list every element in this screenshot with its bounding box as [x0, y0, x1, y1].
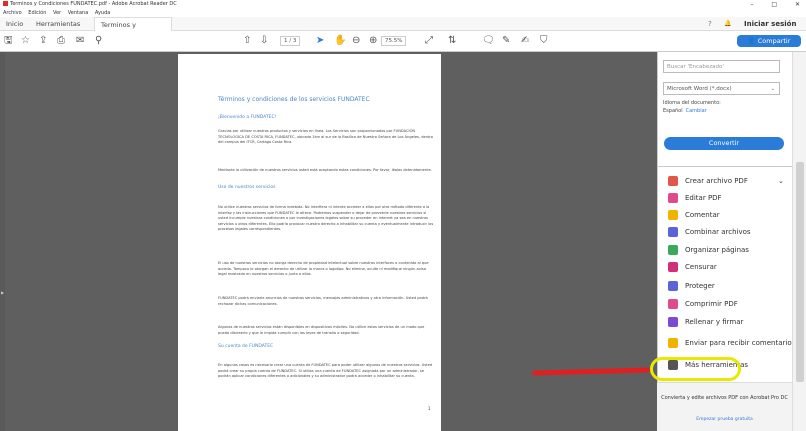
paragraph-2: Mediante la utilización de nuestros serv…	[218, 168, 432, 172]
zoom-in-icon[interactable]: ⊕	[369, 34, 377, 48]
send-comments-icon	[668, 338, 678, 348]
signin-link[interactable]: Iniciar sesión	[744, 17, 796, 31]
redact-icon	[668, 262, 678, 272]
acrobat-app-icon	[3, 1, 8, 6]
tool-item-label: Organizar páginas	[685, 246, 749, 254]
share-label: Compartir	[757, 37, 791, 45]
format-select[interactable]: Microsoft Word (*.docx) ⌄	[663, 82, 780, 95]
zoom-out-icon[interactable]: ⊖	[352, 34, 360, 48]
menu-ver[interactable]: Ver	[53, 10, 61, 16]
format-select-value: Microsoft Word (*.docx)	[667, 86, 732, 92]
language-label: Idioma del documento:	[663, 100, 721, 106]
tool-item-label: Comprimir PDF	[685, 300, 738, 308]
create-pdf-icon	[668, 176, 678, 186]
yellow-highlight-circle	[650, 357, 741, 381]
page-up-icon[interactable]: ⇧	[243, 34, 251, 48]
stamp-icon[interactable]: ⛉	[540, 34, 548, 48]
promo-text: Convierta y edite archivos PDF con Acrob…	[661, 395, 788, 401]
sign-icon[interactable]: ✍	[521, 34, 529, 48]
tool-item-label: Crear archivo PDF	[685, 177, 748, 185]
page-current[interactable]: 1	[284, 38, 288, 44]
compress-icon	[668, 299, 678, 309]
paragraph-4: El uso de nuestros servicios no otorga d…	[218, 261, 429, 276]
bookmark-star-icon[interactable]: ☆	[21, 34, 30, 48]
maximize-button[interactable]: □	[771, 1, 777, 8]
comment-toolbar-icon[interactable]: 🗨	[482, 34, 495, 48]
highlight-pen-icon[interactable]: ✎	[502, 34, 510, 48]
tool-item-label: Proteger	[685, 282, 715, 290]
select-cursor-icon[interactable]: ➤	[316, 34, 324, 48]
chevron-down-icon: ⌄	[770, 86, 775, 92]
window-controls: – □ ✕	[734, 0, 800, 9]
window-title: Terminos y Condiciones FUNDATEC.pdf - Ad…	[10, 1, 177, 7]
combine-icon	[668, 227, 678, 237]
page-total: / 3	[289, 38, 297, 44]
left-panel-handle[interactable]: ▶	[0, 52, 5, 431]
save-icon[interactable]: 🖫	[4, 34, 13, 48]
document-title: Términos y condiciones de los servicios …	[218, 96, 370, 103]
tool-item-label: Rellenar y firmar	[685, 318, 744, 326]
edit-pdf-icon	[668, 193, 678, 203]
paragraph-3: No utilice nuestros servicios de forma i…	[218, 205, 434, 231]
scroll-mode-icon[interactable]: ⇅	[448, 34, 456, 48]
bell-icon[interactable]: 🔔	[724, 17, 731, 31]
menu-bar: Archivo Edición Ver Ventana Ayuda	[0, 9, 806, 17]
close-window-button[interactable]: ✕	[795, 1, 800, 8]
tab-inicio[interactable]: Inicio	[0, 17, 29, 31]
panel-scrollbar[interactable]	[792, 52, 806, 431]
fill-sign-icon	[668, 317, 678, 327]
convert-button[interactable]: Convertir	[664, 137, 784, 150]
tab-herramientas[interactable]: Herramientas	[30, 17, 86, 31]
tool-item-label: Enviar para recibir comentarios	[685, 339, 796, 347]
paragraph-1: Gracias por utilizar nuestros productos …	[218, 129, 433, 144]
upload-cloud-icon[interactable]: ⇪	[39, 34, 47, 48]
share-button[interactable]: 👤 Compartir	[737, 35, 801, 47]
uso-heading: Uso de nuestros servicios	[218, 185, 276, 190]
email-icon[interactable]: ✉	[76, 34, 84, 48]
page-indicator[interactable]: 1 / 3	[280, 36, 301, 46]
print-icon[interactable]: ⎙	[57, 34, 65, 48]
paragraph-5: FUNDATEC podrá enviarle anuncios de nues…	[218, 296, 428, 306]
chevron-down-icon[interactable]: ⌄	[778, 175, 784, 187]
language-value-row: Español Cambiar	[663, 108, 707, 114]
menu-edicion[interactable]: Edición	[28, 10, 46, 16]
hand-tool-icon[interactable]: ✋	[334, 34, 346, 48]
page-number: 1	[428, 406, 431, 411]
page-down-icon[interactable]: ⇩	[260, 34, 268, 48]
promo-box: Convierta y edite archivos PDF con Acrob…	[657, 382, 792, 431]
help-icon[interactable]: ?	[708, 17, 712, 31]
free-trial-link[interactable]: Empezar prueba gratuita	[657, 417, 792, 422]
tool-item-label: Editar PDF	[685, 194, 722, 202]
menu-ventana[interactable]: Ventana	[68, 10, 89, 16]
search-heading-input[interactable]: Buscar 'Encabezado'	[663, 60, 780, 73]
tool-item-label: Combinar archivos	[685, 228, 751, 236]
change-language-link[interactable]: Cambiar	[686, 108, 707, 114]
window-title-bar: Terminos y Condiciones FUNDATEC.pdf - Ad…	[0, 0, 806, 9]
tab-bar: Inicio Herramientas Terminos y Condic...…	[0, 17, 806, 43]
search-icon[interactable]: ⚲	[95, 34, 102, 48]
comment-icon	[668, 210, 678, 220]
paragraph-7: En algunos casos es necesario crear una …	[218, 363, 433, 378]
pdf-page: Términos y condiciones de los servicios …	[178, 54, 441, 431]
expand-left-arrow-icon[interactable]: ▶	[1, 290, 4, 295]
paragraph-6: Algunos de nuestros servicios están disp…	[218, 325, 425, 335]
fit-page-icon[interactable]: ⤢	[425, 34, 433, 48]
welcome-heading: ¡Bienvenido a FUNDATEC!	[218, 115, 277, 120]
organize-icon	[668, 245, 678, 255]
tool-item-label: Censurar	[685, 263, 717, 271]
tab-document[interactable]: Terminos y Condic...×	[94, 17, 172, 43]
tool-item-label: Comentar	[685, 211, 720, 219]
main-toolbar: 🖫 ☆ ⇪ ⎙ ✉ ⚲ ⇧ ⇩ 1 / 3 ➤ ✋ ⊖ ⊕ 75.5% ⤢ ⇅ …	[0, 31, 806, 52]
menu-archivo[interactable]: Archivo	[3, 10, 22, 16]
panel-divider	[658, 166, 792, 167]
menu-ayuda[interactable]: Ayuda	[95, 10, 110, 16]
panel-scrollbar-thumb[interactable]	[796, 162, 804, 382]
language-value: Español	[663, 108, 683, 114]
minimize-button[interactable]: –	[750, 1, 753, 8]
shield-icon	[668, 281, 678, 291]
zoom-level[interactable]: 75.5%	[381, 36, 407, 46]
cuenta-heading: Su cuenta de FUNDATEC	[218, 344, 274, 349]
